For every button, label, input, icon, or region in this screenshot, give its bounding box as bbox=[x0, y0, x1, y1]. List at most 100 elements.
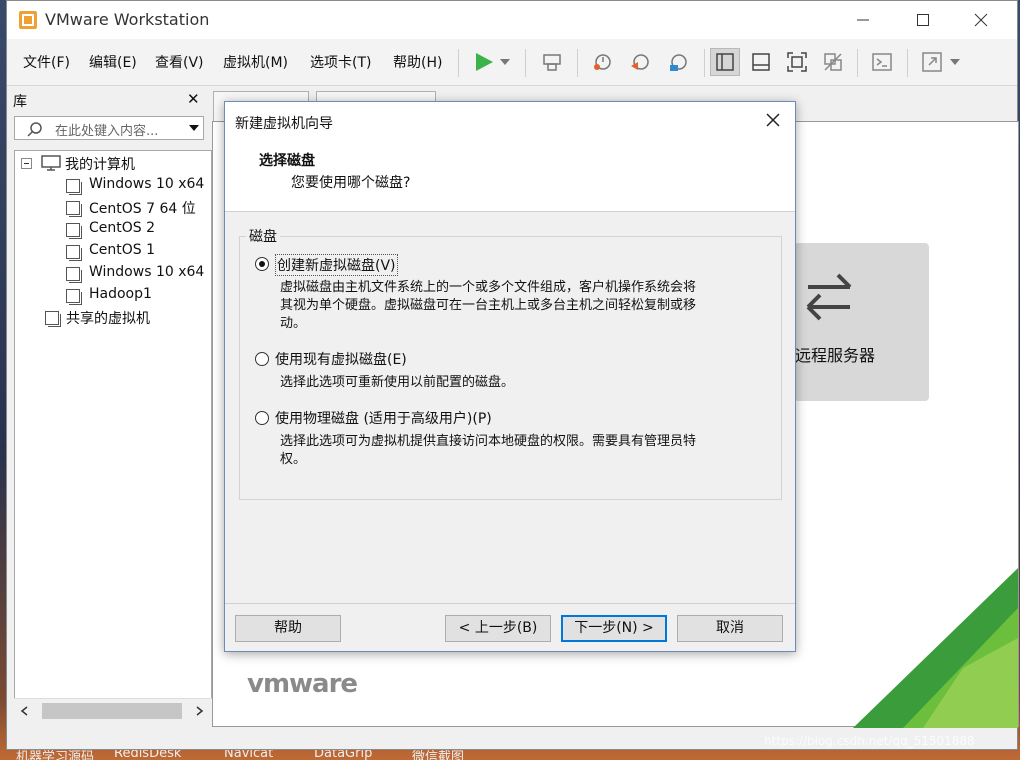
menu-edit[interactable]: 编辑(E) bbox=[89, 52, 137, 72]
vm-icon bbox=[66, 267, 82, 283]
taskbar-item[interactable]: 机器学习源码 bbox=[16, 750, 94, 760]
taskbar-item[interactable]: Navicat bbox=[224, 750, 273, 760]
chevron-down-icon bbox=[500, 59, 510, 65]
shared-vm-icon bbox=[45, 311, 61, 327]
sidebar-layout-icon bbox=[716, 53, 734, 71]
help-button[interactable]: 帮助 bbox=[235, 615, 341, 642]
step-heading: 选择磁盘 bbox=[259, 153, 315, 169]
tree-my-computer[interactable]: 我的计算机 bbox=[65, 154, 135, 174]
step-subheading: 您要使用哪个磁盘? bbox=[291, 175, 411, 191]
expand-icon bbox=[922, 52, 942, 72]
revert-icon bbox=[631, 54, 649, 70]
close-window-button[interactable] bbox=[952, 1, 1010, 39]
search-icon bbox=[27, 122, 42, 137]
menu-help[interactable]: 帮助(H) bbox=[393, 52, 442, 72]
toolbar-separator bbox=[525, 49, 526, 77]
scrollbar-thumb[interactable] bbox=[42, 703, 182, 719]
next-button[interactable]: 下一步(N) > bbox=[561, 615, 667, 642]
vm-label: CentOS 1 bbox=[89, 242, 156, 258]
toolbar-separator bbox=[577, 49, 578, 77]
play-icon bbox=[476, 53, 493, 71]
back-button[interactable]: < 上一步(B) bbox=[445, 615, 551, 642]
chevron-down-icon bbox=[950, 59, 960, 65]
menu-tabs[interactable]: 选项卡(T) bbox=[310, 52, 371, 72]
option-label: 使用现有虚拟磁盘(E) bbox=[275, 352, 407, 368]
wizard-header: 新建虚拟机向导 选择磁盘 您要使用哪个磁盘? bbox=[225, 102, 795, 212]
new-vm-wizard-dialog: 新建虚拟机向导 选择磁盘 您要使用哪个磁盘? 磁盘 创建新虚拟磁盘(V) 虚拟磁… bbox=[224, 101, 796, 652]
chevron-down-icon[interactable] bbox=[189, 125, 199, 131]
radio-use-existing[interactable] bbox=[255, 352, 269, 366]
title-bar: VMware Workstation bbox=[7, 1, 1017, 39]
vm-icon bbox=[66, 289, 82, 305]
library-close-icon[interactable]: ✕ bbox=[187, 90, 200, 108]
toolbar-separator bbox=[458, 49, 459, 77]
vmware-logo-icon bbox=[19, 11, 37, 29]
snapshot-manager-button[interactable] bbox=[663, 48, 693, 76]
full-screen-button[interactable] bbox=[782, 48, 812, 76]
stretch-dropdown[interactable] bbox=[947, 48, 963, 76]
collapse-icon[interactable] bbox=[21, 158, 32, 169]
maximize-icon bbox=[917, 14, 929, 26]
library-title: 库 bbox=[13, 94, 27, 110]
power-dropdown[interactable] bbox=[497, 48, 513, 76]
option-label: 使用物理磁盘 (适用于高级用户)(P) bbox=[275, 411, 492, 427]
menu-vm[interactable]: 虚拟机(M) bbox=[223, 52, 288, 72]
option-label: 创建新虚拟磁盘(V) bbox=[275, 254, 398, 276]
radio-create-new[interactable] bbox=[255, 257, 269, 271]
console-view-button[interactable] bbox=[867, 48, 897, 76]
vm-icon bbox=[66, 201, 82, 217]
unity-icon bbox=[824, 53, 842, 71]
vmware-brand-logo: vmware bbox=[247, 669, 358, 699]
search-placeholder: 在此处键入内容... bbox=[55, 124, 159, 139]
shared-vms-label: 共享的虚拟机 bbox=[66, 311, 150, 327]
footer-divider bbox=[225, 603, 795, 604]
vm-label: CentOS 2 bbox=[89, 220, 156, 236]
library-horizontal-scrollbar[interactable] bbox=[14, 698, 212, 723]
vm-label: CentOS 7 64 位 bbox=[89, 201, 196, 217]
taskbar-item[interactable]: RedisDesk bbox=[114, 750, 181, 760]
minimize-button[interactable] bbox=[834, 1, 892, 39]
scroll-right-icon[interactable] bbox=[196, 706, 204, 716]
scroll-left-icon[interactable] bbox=[20, 706, 28, 716]
vm-icon bbox=[66, 223, 82, 239]
vmware-green-corner bbox=[853, 568, 1018, 728]
minimize-icon bbox=[857, 19, 869, 21]
terminal-icon bbox=[872, 53, 892, 71]
option-description: 权。 bbox=[280, 452, 307, 467]
maximize-button[interactable] bbox=[894, 1, 952, 39]
fullscreen-icon bbox=[787, 52, 807, 72]
toolbar-separator bbox=[907, 49, 908, 77]
remote-server-label: 远程服务器 bbox=[795, 346, 876, 365]
option-description: 虚拟磁盘由主机文件系统上的一个或多个文件组成，客户机操作系统会将 bbox=[280, 280, 697, 295]
menu-view[interactable]: 查看(V) bbox=[155, 52, 204, 72]
snapshot-icon bbox=[594, 54, 611, 70]
unity-button[interactable] bbox=[818, 48, 848, 76]
show-library-button[interactable] bbox=[710, 48, 740, 76]
close-icon bbox=[974, 13, 988, 27]
library-header: 库 ✕ bbox=[7, 89, 208, 111]
library-search-input[interactable]: 在此处键入内容... bbox=[14, 116, 204, 140]
stretch-button[interactable] bbox=[917, 48, 947, 76]
close-icon[interactable] bbox=[766, 113, 780, 127]
toolbar-separator bbox=[704, 49, 705, 77]
thumbnail-bar-button[interactable] bbox=[746, 48, 776, 76]
power-on-button[interactable] bbox=[469, 48, 499, 76]
menu-file[interactable]: 文件(F) bbox=[23, 52, 70, 72]
send-ctrl-alt-del-button[interactable] bbox=[537, 48, 567, 76]
radio-use-physical[interactable] bbox=[255, 411, 269, 425]
option-description: 其视为单个硬盘。虚拟磁盘可在一台主机上或多台主机之间轻松复制或移 bbox=[280, 298, 697, 313]
taskbar-item[interactable]: 微信截图 bbox=[412, 750, 464, 760]
cancel-button[interactable]: 取消 bbox=[677, 615, 783, 642]
watermark-text: https://blog.csdn.net/qq_51501888 bbox=[764, 734, 975, 748]
vm-label: Hadoop1 bbox=[89, 286, 152, 302]
groupbox-label: 磁盘 bbox=[246, 226, 280, 246]
connect-remote-server-card[interactable]: 远程服务器 bbox=[794, 243, 929, 401]
keyboard-icon bbox=[543, 54, 561, 71]
thumbnail-layout-icon bbox=[752, 53, 770, 71]
option-description: 选择此选项可为虚拟机提供直接访问本地硬盘的权限。需要具有管理员特 bbox=[280, 434, 697, 449]
snapshot-button[interactable] bbox=[587, 48, 617, 76]
toolbar-separator bbox=[857, 49, 858, 77]
taskbar-item[interactable]: DataGrip bbox=[314, 750, 372, 760]
menu-toolbar: 文件(F) 编辑(E) 查看(V) 虚拟机(M) 选项卡(T) 帮助(H) bbox=[7, 39, 1017, 86]
revert-snapshot-button[interactable] bbox=[625, 48, 655, 76]
